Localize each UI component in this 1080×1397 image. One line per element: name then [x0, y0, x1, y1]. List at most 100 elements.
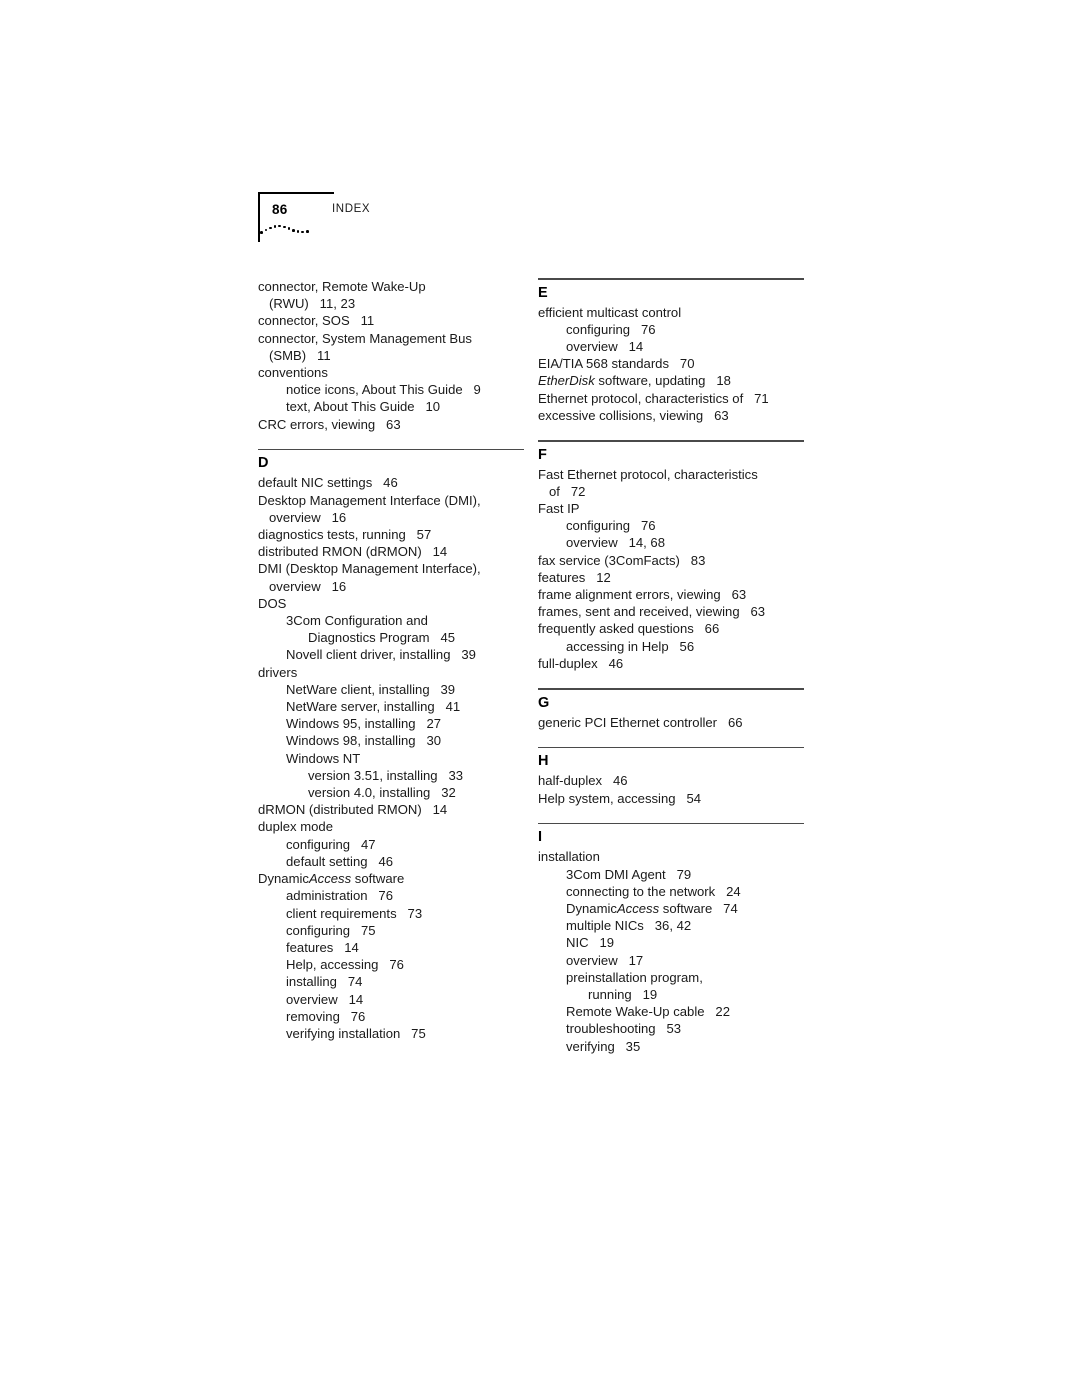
running-header: 86 INDEX [256, 192, 676, 252]
index-entry: Windows 98, installing 30 [286, 733, 442, 749]
section-letter-heading: I [538, 829, 543, 846]
index-entry: frames, sent and received, viewing 63 [538, 604, 766, 620]
index-entry: 3Com Configuration and [286, 613, 428, 629]
index-entry: connecting to the network 24 [566, 883, 741, 899]
index-entry: notice icons, About This Guide 9 [286, 382, 481, 398]
index-entry: Windows NT [286, 750, 361, 766]
index-entry: installation [538, 849, 600, 865]
index-entry: EtherDisk software, updating 18 [538, 373, 731, 389]
index-entry: efficient multicast control [538, 304, 682, 320]
index-entry: preinstallation program, [566, 969, 703, 985]
index-entry: frame alignment errors, viewing 63 [538, 587, 747, 603]
index-entry: administration 76 [286, 888, 393, 904]
index-entry: full-duplex 46 [538, 655, 624, 671]
index-entry: distributed RMON (dRMON) 14 [258, 544, 448, 560]
index-entry: Help system, accessing 54 [538, 790, 702, 806]
index-entry: fax service (3ComFacts) 83 [538, 552, 706, 568]
index-entry: configuring 47 [286, 836, 376, 852]
section-letter-heading: H [538, 753, 549, 770]
index-entry: Help, accessing 76 [286, 957, 404, 973]
index-entry: conventions [258, 365, 328, 381]
index-entry: drivers [258, 664, 298, 680]
section-letter-heading: D [258, 455, 269, 472]
index-entry: excessive collisions, viewing 63 [538, 407, 729, 423]
index-entry: NetWare server, installing 41 [286, 699, 461, 715]
index-entry: half-duplex 46 [538, 773, 628, 789]
index-entry: default setting 46 [286, 853, 394, 869]
index-entry: CRC errors, viewing 63 [258, 416, 401, 432]
index-entry: Ethernet protocol, characteristics of 71 [538, 390, 769, 406]
page-number: 86 [272, 202, 288, 217]
index-entry: diagnostics tests, running 57 [258, 527, 432, 543]
index-entry: verifying installation 75 [286, 1025, 426, 1041]
index-entry: Diagnostics Program 45 [308, 630, 456, 646]
index-entry: overview 17 [566, 952, 644, 968]
index-page: 86 INDEX connector, Remote Wake-Up (RWU) … [0, 0, 1080, 1397]
index-entry: connector, SOS 11 [258, 313, 375, 329]
index-entry: accessing in Help 56 [566, 638, 695, 654]
italic-term: Access [308, 871, 352, 887]
index-entry: Desktop Management Interface (DMI), [258, 492, 481, 508]
index-entry: version 3.51, installing 33 [308, 767, 464, 783]
index-entry: of 72 [549, 483, 586, 499]
index-entry: EIA/TIA 568 standards 70 [538, 356, 695, 372]
index-column-left: connector, Remote Wake-Up (RWU) 11, 23 con… [258, 278, 524, 1042]
index-entry: duplex mode [258, 819, 333, 835]
dot-wave-ornament-icon [260, 224, 320, 238]
section-letter-heading: G [538, 694, 550, 711]
index-entry: overview 16 [269, 578, 347, 594]
index-entry: NIC 19 [566, 935, 615, 951]
index-entry: configuring 76 [566, 321, 656, 337]
index-column-right: Eefficient multicast control configuring … [538, 278, 804, 1055]
section-divider [538, 822, 804, 825]
index-entry: Novell client driver, installing 39 [286, 647, 476, 663]
index-entry: DynamicAccess software [258, 871, 405, 887]
page-title: INDEX [332, 203, 371, 215]
index-entry: removing 76 [286, 1008, 366, 1024]
section-divider [538, 688, 804, 690]
index-entry: connector, System Management Bus [258, 330, 472, 346]
index-entry: features 14 [286, 939, 359, 955]
index-entry: NetWare client, installing 39 [286, 681, 456, 697]
index-entry: 3Com DMI Agent 79 [566, 866, 692, 882]
index-entry: (SMB) 11 [269, 347, 331, 363]
index-entry: frequently asked questions 66 [538, 621, 720, 637]
index-entry: DynamicAccess software 74 [566, 901, 738, 917]
index-entry: (RWU) 11, 23 [269, 296, 356, 312]
index-entry: DOS [258, 595, 287, 611]
index-entry: Fast IP [538, 501, 580, 517]
index-entry: configuring 75 [286, 922, 376, 938]
index-entry: client requirements 73 [286, 905, 423, 921]
index-entry: DMI (Desktop Management Interface), [258, 561, 481, 577]
index-entry: multiple NICs 36, 42 [566, 918, 692, 934]
section-divider [258, 448, 524, 451]
index-entry: running 19 [588, 987, 658, 1003]
index-entry: default NIC settings 46 [258, 475, 398, 491]
index-entry: overview 16 [269, 509, 347, 525]
italic-term: EtherDisk [538, 373, 595, 389]
index-entry: overview 14, 68 [566, 535, 665, 551]
italic-term: Access [616, 901, 660, 917]
section-letter-heading: F [538, 446, 547, 463]
index-entry: verifying 35 [566, 1038, 641, 1054]
section-letter-heading: E [538, 284, 548, 301]
index-entry: version 4.0, installing 32 [308, 785, 456, 801]
index-entry: dRMON (distributed RMON) 14 [258, 802, 448, 818]
index-entry: configuring 76 [566, 518, 656, 534]
index-entry: connector, Remote Wake-Up [258, 279, 426, 294]
index-entry: overview 14 [566, 339, 644, 354]
index-entry: Windows 95, installing 27 [286, 716, 442, 732]
section-divider [538, 278, 804, 280]
index-entry: Fast Ethernet protocol, characteristics [538, 466, 758, 482]
section-divider [538, 746, 804, 749]
header-bracket-top-line [258, 192, 334, 194]
section-divider [538, 440, 804, 442]
index-entry: text, About This Guide 10 [286, 399, 441, 415]
index-entry: Remote Wake-Up cable 22 [566, 1004, 730, 1020]
index-entry: generic PCI Ethernet controller 66 [538, 714, 743, 730]
